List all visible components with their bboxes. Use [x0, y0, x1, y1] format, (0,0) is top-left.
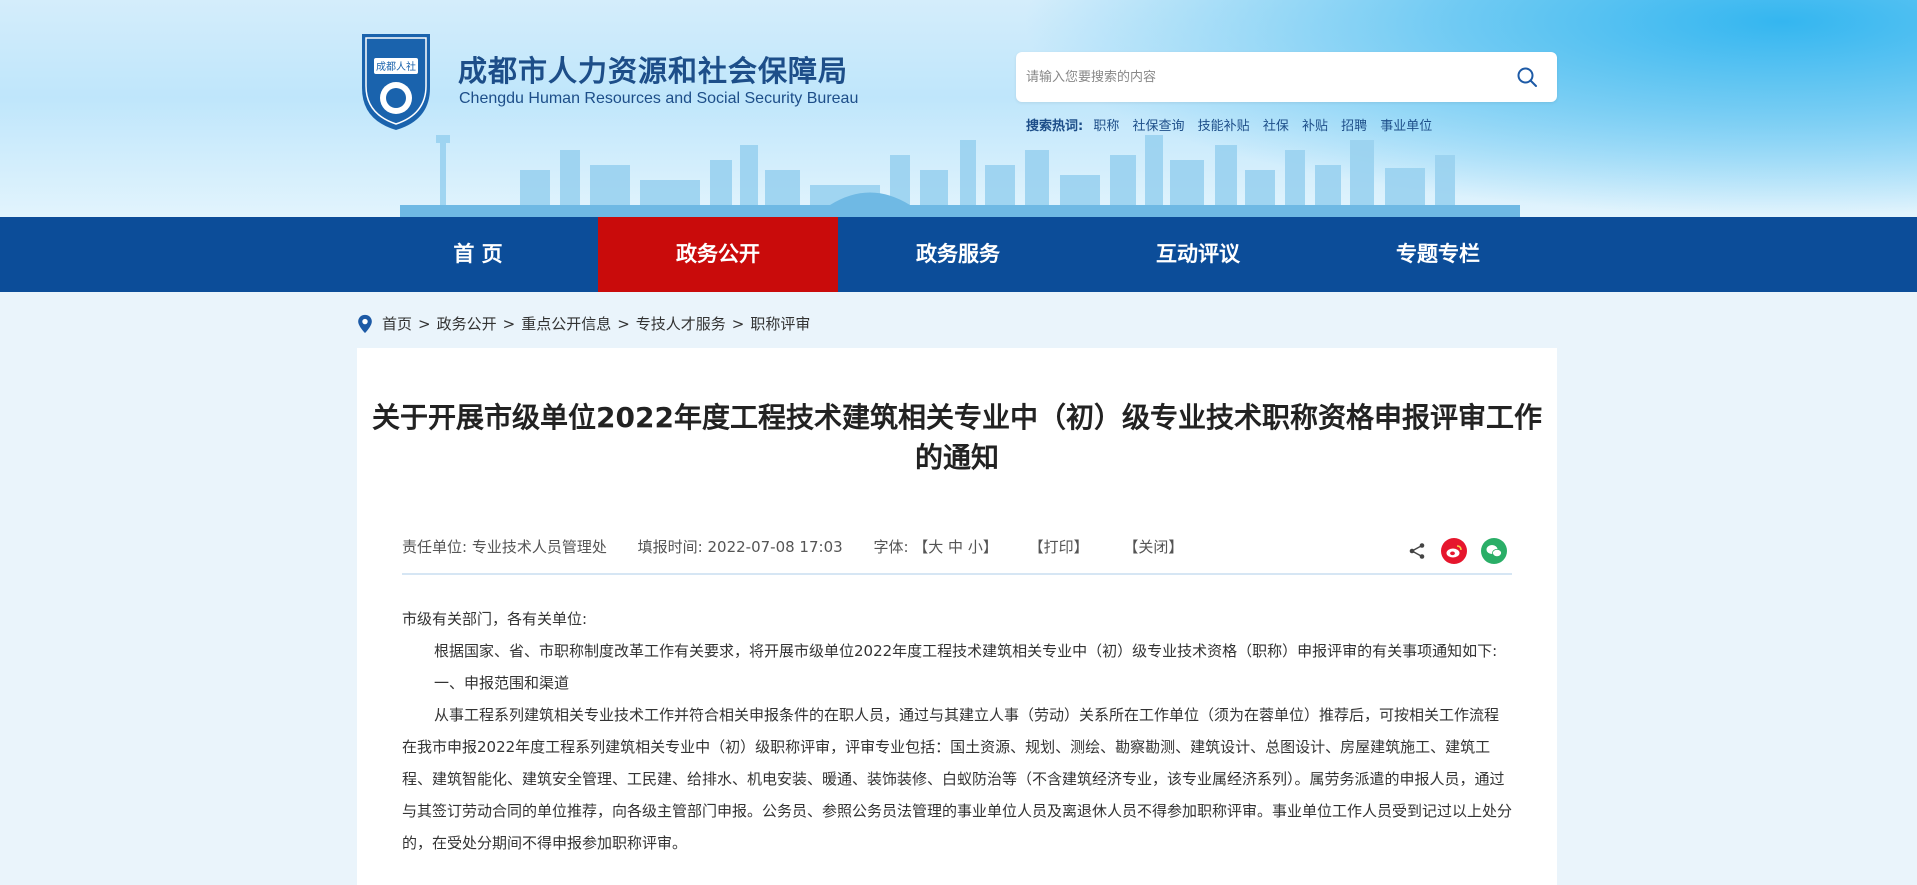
time-value: 2022-07-08 17:03 — [707, 538, 843, 556]
breadcrumb-link[interactable]: 专技人才服务 — [636, 313, 726, 334]
hot-words: 搜索热词: 职称 社保查询 技能补贴 社保 补贴 招聘 事业单位 — [1026, 115, 1441, 134]
breadcrumb-separator: > — [617, 314, 630, 333]
article-meta: 责任单位: 专业技术人员管理处 填报时间: 2022-07-08 17:03 字… — [402, 536, 1213, 557]
time-label: 填报时间: — [637, 538, 703, 556]
share-icon[interactable] — [1407, 541, 1427, 561]
share-bar — [1407, 538, 1507, 564]
breadcrumb: 首页 > 政务公开 > 重点公开信息 > 专技人才服务 > 职称评审 — [356, 313, 810, 334]
breadcrumb-link[interactable]: 首页 — [382, 313, 412, 334]
breadcrumb-link[interactable]: 政务公开 — [437, 313, 497, 334]
hot-word-link[interactable]: 技能补贴 — [1198, 119, 1250, 134]
salutation: 市级有关部门，各有关单位: — [402, 610, 588, 628]
nav-item-gov-services[interactable]: 政务服务 — [838, 217, 1078, 292]
hot-word-link[interactable]: 事业单位 — [1380, 119, 1432, 134]
hot-word-link[interactable]: 招聘 — [1341, 119, 1367, 134]
breadcrumb-separator: > — [502, 314, 516, 333]
location-pin-icon — [358, 314, 372, 333]
hot-word-link[interactable]: 职称 — [1093, 119, 1119, 134]
font-label: 字体: — [873, 538, 909, 556]
dept-label: 责任单位: — [402, 538, 468, 556]
bureau-logo: 成都人社 — [362, 34, 430, 130]
nav-item-home[interactable]: 首 页 — [358, 217, 598, 292]
article-title: 关于开展市级单位2022年度工程技术建筑相关专业中（初）级专业技术职称资格申报评… — [372, 401, 1542, 474]
search-box — [1016, 52, 1557, 102]
article-card: 关于开展市级单位2022年度工程技术建筑相关专业中（初）级专业技术职称资格申报评… — [357, 348, 1557, 885]
site-header: 成都人社 成都市人力资源和社会保障局 Chengdu Human Resourc… — [0, 0, 1917, 217]
close-button[interactable]: 【关闭】 — [1123, 538, 1183, 556]
wechat-icon[interactable] — [1481, 538, 1507, 564]
weibo-glyph — [1446, 545, 1462, 558]
nav-item-interaction[interactable]: 互动评议 — [1078, 217, 1318, 292]
weibo-icon[interactable] — [1441, 538, 1467, 564]
site-title: 成都市人力资源和社会保障局 — [458, 54, 849, 88]
hot-words-label: 搜索热词: — [1026, 119, 1084, 134]
nav-item-special-topics[interactable]: 专题专栏 — [1318, 217, 1558, 292]
print-button[interactable]: 【打印】 — [1029, 538, 1089, 556]
main-nav: 首 页 政务公开 政务服务 互动评议 专题专栏 — [0, 217, 1917, 292]
logo-text: 成都人社 — [376, 60, 416, 73]
meta-divider — [402, 573, 1512, 575]
article-body: 市级有关部门，各有关单位: 根据国家、省、市职称制度改革工作有关要求，将开展市级… — [402, 603, 1512, 859]
wechat-glyph — [1486, 545, 1502, 557]
search-icon[interactable] — [1515, 65, 1539, 89]
breadcrumb-link[interactable]: 重点公开信息 — [521, 313, 611, 334]
hot-word-link[interactable]: 社保 — [1263, 119, 1289, 134]
hot-word-link[interactable]: 社保查询 — [1133, 119, 1185, 134]
site-title-english: Chengdu Human Resources and Social Secur… — [459, 90, 859, 107]
font-size-control: 字体: 【大 中 小】 — [873, 538, 997, 556]
breadcrumb-separator: > — [731, 314, 745, 333]
breadcrumb-link[interactable]: 职称评审 — [750, 313, 810, 334]
time-info: 填报时间: 2022-07-08 17:03 — [638, 538, 843, 556]
dept-value: 专业技术人员管理处 — [471, 538, 607, 556]
body-paragraph: 根据国家、省、市职称制度改革工作有关要求，将开展市级单位2022年度工程技术建筑… — [434, 642, 1498, 660]
dept-info: 责任单位: 专业技术人员管理处 — [402, 538, 607, 556]
nav-item-gov-affairs-open[interactable]: 政务公开 — [598, 217, 838, 292]
section-heading: 一、申报范围和渠道 — [434, 674, 570, 692]
font-size-options[interactable]: 【大 中 小】 — [913, 538, 998, 556]
search-input[interactable] — [1026, 64, 1486, 90]
hot-word-link[interactable]: 补贴 — [1302, 119, 1328, 134]
body-paragraph: 从事工程系列建筑相关专业技术工作并符合相关申报条件的在职人员，通过与其建立人事（… — [402, 706, 1513, 852]
breadcrumb-separator: > — [418, 314, 431, 333]
